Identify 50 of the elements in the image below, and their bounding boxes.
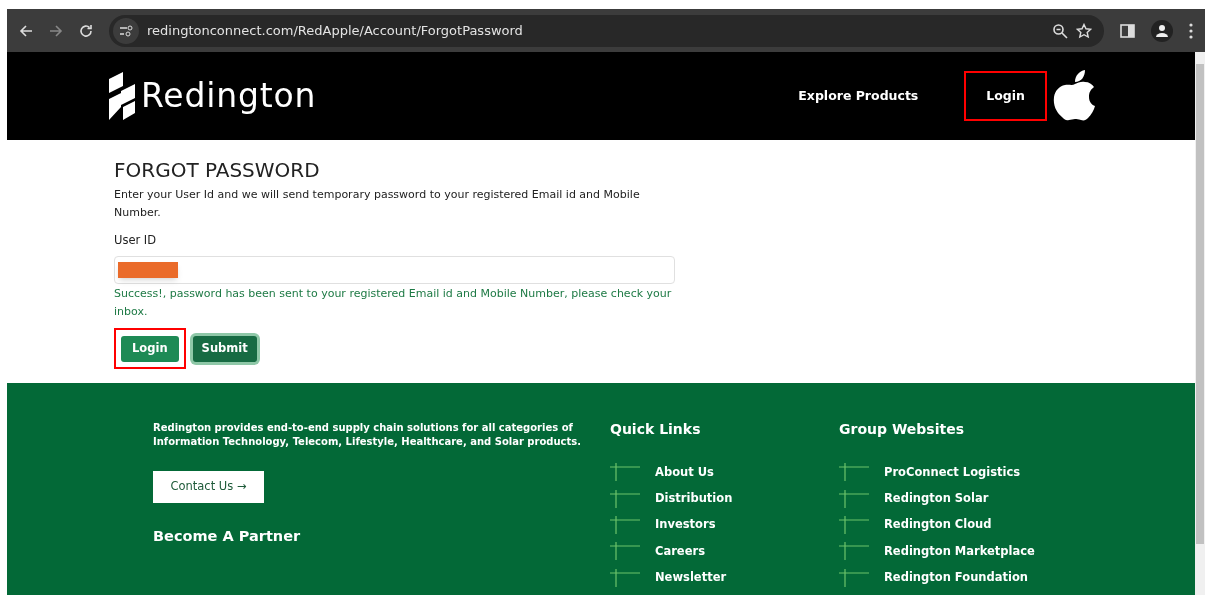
zoom-icon[interactable] <box>1052 22 1068 39</box>
cross-line-icon <box>610 463 640 482</box>
footer-link[interactable]: Investors <box>655 516 716 534</box>
footer-link[interactable]: Redington Cloud <box>884 516 992 534</box>
contact-button[interactable]: Contact Us → <box>153 471 264 503</box>
cross-line-icon <box>839 515 869 534</box>
cross-line-icon <box>610 515 640 534</box>
footer-link[interactable]: Newsletter <box>655 569 727 587</box>
form-button[interactable]: Login <box>121 335 179 362</box>
cross-line-icon <box>610 542 640 561</box>
scrollbar[interactable] <box>1195 52 1205 595</box>
nav-link[interactable]: Login <box>966 73 1045 119</box>
nav-link[interactable]: Explore Products <box>778 73 939 119</box>
logo-icon <box>107 71 137 121</box>
star-icon[interactable] <box>1076 22 1092 39</box>
about-text: Redington provides end-to-end supply chain solutions for all categories of Information Technology, Telecom, Lifestyle, Healthcare, and Solar products. <box>153 421 583 449</box>
cross-line-icon <box>839 542 869 561</box>
url-text: redingtonconnect.com/RedApple/Account/ForgotPassword <box>147 21 524 40</box>
back-icon[interactable] <box>19 23 33 38</box>
user-id-field[interactable] <box>114 256 675 285</box>
cross-line-icon <box>610 568 640 587</box>
cross-line-icon <box>610 489 640 508</box>
success-message: Success!, password has been sent to your registered Email id and Mobile Number, please check your inbox. <box>114 286 673 321</box>
site-settings-icon[interactable] <box>113 17 139 44</box>
logo[interactable]: Redington <box>107 71 317 121</box>
footer-link[interactable]: About Us <box>655 463 714 481</box>
column-heading: Group Websites <box>839 420 965 439</box>
field-label: User ID <box>114 232 158 249</box>
footer-link[interactable]: ProConnect Logistics <box>884 463 1021 481</box>
cross-line-icon <box>839 489 869 508</box>
menu-icon[interactable] <box>1189 22 1193 39</box>
form-button[interactable]: Submit <box>192 335 257 362</box>
apple-icon <box>1053 69 1097 123</box>
footer-link[interactable]: Redington Solar <box>884 489 989 508</box>
footer-link[interactable]: Distribution <box>655 489 733 508</box>
profile-icon[interactable] <box>1151 19 1173 42</box>
footer-link[interactable]: Redington Foundation <box>884 569 1029 587</box>
forward-icon[interactable] <box>49 23 63 38</box>
reload-icon[interactable] <box>79 23 93 38</box>
intro-text: Enter your User Id and we will send temporary password to your registered Email id and Mobile Number. <box>114 187 641 221</box>
cross-line-icon <box>839 568 869 587</box>
side-panel-icon[interactable] <box>1120 23 1135 38</box>
cross-line-icon <box>839 463 869 482</box>
column-heading: Quick Links <box>610 420 702 439</box>
page-title: FORGOT PASSWORD <box>114 158 321 182</box>
footer-link[interactable]: Redington Marketplace <box>884 542 1035 560</box>
logo-text: Redington <box>141 75 317 118</box>
address-bar[interactable]: redingtonconnect.com/RedApple/Account/ForgotPassword <box>109 14 1104 47</box>
footer-link[interactable]: Careers <box>655 542 705 560</box>
partner-heading: Become A Partner <box>153 527 302 546</box>
